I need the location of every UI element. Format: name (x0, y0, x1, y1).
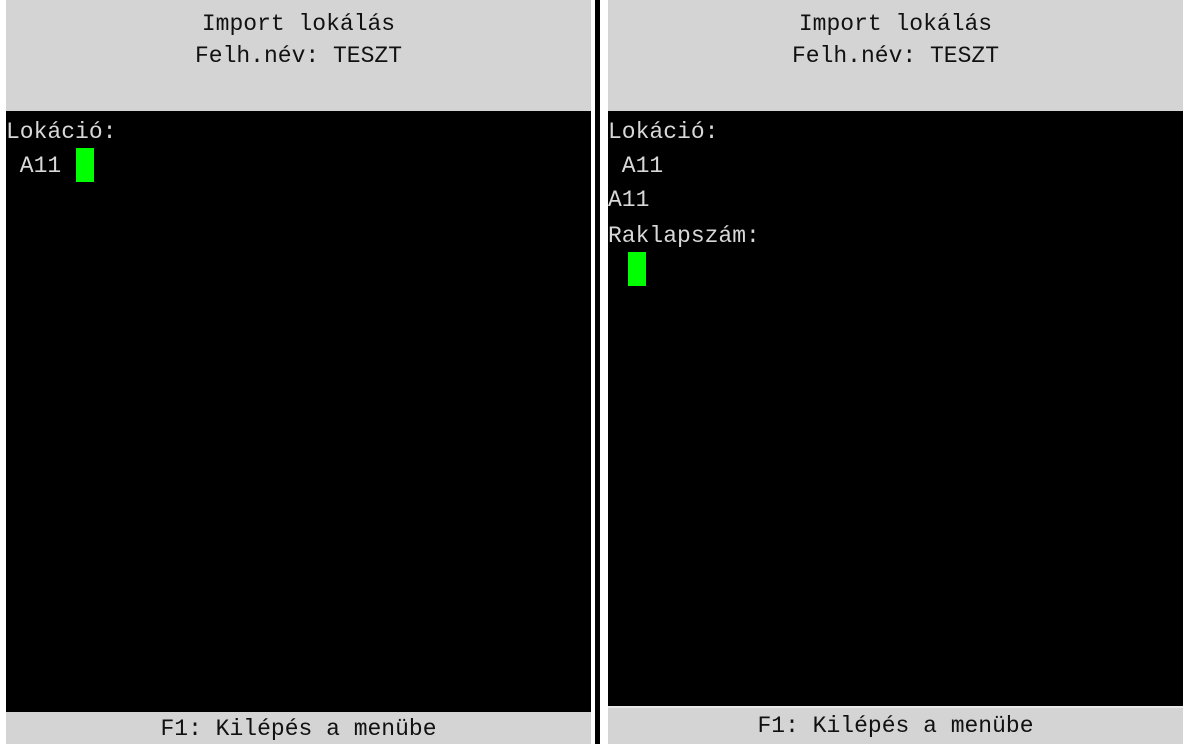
footer-bar[interactable]: F1: Kilépés a menübe (6, 712, 591, 744)
screen-title: Import lokálás (798, 11, 993, 37)
terminal-screen-left: Import lokálás Felh.név: TESZT Lokáció: … (6, 0, 591, 744)
location-confirmed-value: A11 (608, 187, 650, 213)
location-label: Lokáció: (6, 119, 117, 145)
screen-title: Import lokálás (201, 11, 396, 37)
header-bar: Import lokálás Felh.név: TESZT (6, 0, 591, 111)
location-input[interactable]: A11 (608, 150, 663, 182)
header-bar: Import lokálás Felh.név: TESZT (608, 0, 1183, 111)
pallet-number-label: Raklapszám: (608, 223, 760, 249)
text-cursor (628, 252, 646, 286)
terminal-screen-right: Import lokálás Felh.név: TESZT Lokáció: … (608, 0, 1183, 744)
user-name-line: Felh.név: TESZT (194, 43, 403, 69)
location-input[interactable]: A11 (6, 150, 61, 182)
screen-divider (591, 0, 608, 744)
footer-bar[interactable]: F1: Kilépés a menübe (608, 706, 1183, 744)
text-cursor (76, 148, 94, 182)
user-name-line: Felh.név: TESZT (791, 43, 1000, 69)
divider-bar (595, 0, 600, 744)
location-label: Lokáció: (608, 119, 719, 145)
